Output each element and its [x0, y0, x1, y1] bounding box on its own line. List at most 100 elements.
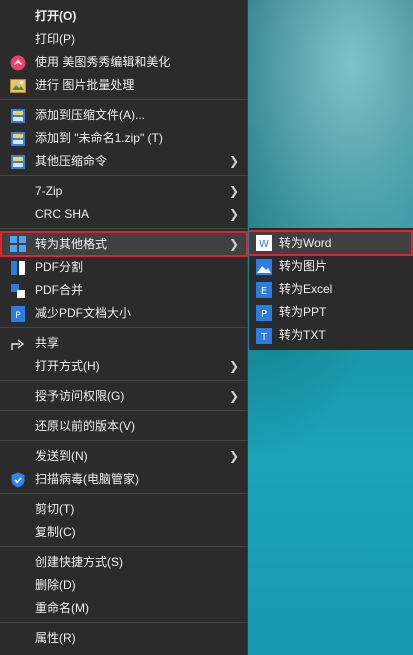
menu-item-grant-access[interactable]: 授予访问权限(G) ❯ [0, 385, 248, 408]
svg-text:W: W [259, 239, 269, 250]
submenu-item-to-image[interactable]: 转为图片 [249, 255, 413, 278]
menu-item-label: 创建快捷方式(S) [35, 555, 123, 569]
menu-item-more-compress[interactable]: 其他压缩命令 ❯ [0, 150, 248, 173]
menu-separator [0, 440, 248, 441]
menu-item-restore-previous[interactable]: 还原以前的版本(V) [0, 415, 248, 438]
menu-item-convert-format[interactable]: 转为其他格式 ❯ [0, 231, 248, 257]
menu-item-label: 打开(O) [35, 9, 77, 23]
menu-separator [0, 410, 248, 411]
menu-item-pdf-merge[interactable]: PDF合并 [0, 279, 248, 302]
menu-item-label: 剪切(T) [35, 502, 75, 516]
svg-text:T: T [260, 332, 268, 343]
menu-item-7zip[interactable]: 7-Zip ❯ [0, 180, 248, 203]
menu-item-label: 发送到(N) [35, 449, 88, 463]
menu-item-label: PDF合并 [35, 283, 84, 297]
menu-separator [0, 327, 248, 328]
menu-item-send-to[interactable]: 发送到(N) ❯ [0, 445, 248, 468]
menu-item-label: 添加到 "未命名1.zip" (T) [35, 131, 163, 145]
menu-item-label: 减少PDF文档大小 [35, 306, 132, 320]
menu-item-label: PDF分割 [35, 260, 84, 274]
submenu-item-label: 转为Excel [279, 282, 333, 296]
menu-item-delete[interactable]: 删除(D) [0, 574, 248, 597]
menu-item-create-shortcut[interactable]: 创建快捷方式(S) [0, 551, 248, 574]
word-icon: W [256, 235, 272, 251]
submenu-item-label: 转为图片 [279, 259, 328, 273]
menu-item-batch-image[interactable]: 进行 图片批量处理 [0, 74, 248, 97]
chevron-right-icon: ❯ [229, 359, 240, 373]
menu-separator [0, 175, 248, 176]
menu-item-label: 扫描病毒(电脑管家) [35, 472, 139, 486]
menu-item-label: 属性(R) [35, 631, 76, 645]
menu-item-label: 添加到压缩文件(A)... [35, 108, 145, 122]
meitu-icon [10, 55, 26, 71]
pdf-split-icon [10, 260, 26, 276]
menu-separator [0, 546, 248, 547]
svg-text:E: E [261, 286, 267, 297]
submenu-item-to-excel[interactable]: E 转为Excel [249, 278, 413, 301]
chevron-right-icon: ❯ [229, 207, 240, 221]
menu-item-cut[interactable]: 剪切(T) [0, 498, 248, 521]
context-menu: 打开(O) 打印(P) 使用 美图秀秀编辑和美化 进行 图片批量处理 添加到压缩… [0, 0, 248, 655]
menu-item-label: 使用 美图秀秀编辑和美化 [35, 55, 171, 69]
share-icon [10, 336, 26, 352]
convert-format-submenu: W 转为Word 转为图片 E 转为Excel P 转为PPT T 转为TXT [249, 228, 413, 350]
chevron-right-icon: ❯ [229, 389, 240, 403]
chevron-right-icon: ❯ [229, 449, 240, 463]
submenu-item-label: 转为PPT [279, 305, 327, 319]
menu-item-crc-sha[interactable]: CRC SHA ❯ [0, 203, 248, 226]
menu-item-label: 复制(C) [35, 525, 76, 539]
archive-icon [10, 108, 26, 124]
svg-text:P: P [261, 309, 267, 320]
menu-separator [0, 493, 248, 494]
pdf-reduce-icon: P [10, 306, 26, 322]
submenu-item-to-txt[interactable]: T 转为TXT [249, 324, 413, 347]
excel-icon: E [256, 282, 272, 298]
txt-icon: T [256, 328, 272, 344]
menu-item-label: 转为其他格式 [35, 237, 108, 251]
archive-icon [10, 131, 26, 147]
menu-separator [0, 622, 248, 623]
menu-item-rename[interactable]: 重命名(M) [0, 597, 248, 620]
shield-icon [10, 472, 26, 488]
archive-icon [10, 154, 26, 170]
chevron-right-icon: ❯ [229, 154, 240, 168]
submenu-item-label: 转为TXT [279, 328, 326, 342]
menu-item-label: 其他压缩命令 [35, 154, 108, 168]
menu-item-open-with[interactable]: 打开方式(H) ❯ [0, 355, 248, 378]
menu-item-scan-virus[interactable]: 扫描病毒(电脑管家) [0, 468, 248, 491]
menu-item-label: 还原以前的版本(V) [35, 419, 135, 433]
menu-item-label: 删除(D) [35, 578, 76, 592]
menu-item-properties[interactable]: 属性(R) [0, 627, 248, 650]
menu-item-print[interactable]: 打印(P) [0, 28, 248, 51]
convert-format-icon [10, 236, 26, 252]
menu-item-pdf-reduce[interactable]: P 减少PDF文档大小 [0, 302, 248, 325]
chevron-right-icon: ❯ [229, 184, 240, 198]
menu-item-label: 7-Zip [35, 184, 63, 198]
menu-item-label: 授予访问权限(G) [35, 389, 125, 403]
ppt-icon: P [256, 305, 272, 321]
menu-item-copy[interactable]: 复制(C) [0, 521, 248, 544]
menu-item-label: 打开方式(H) [35, 359, 100, 373]
menu-item-open[interactable]: 打开(O) [0, 5, 248, 28]
image-icon [256, 259, 272, 275]
menu-item-label: 进行 图片批量处理 [35, 78, 135, 92]
menu-separator [0, 380, 248, 381]
submenu-item-label: 转为Word [279, 236, 332, 250]
svg-text:P: P [15, 311, 21, 321]
menu-item-label: 打印(P) [35, 32, 75, 46]
menu-item-add-zip[interactable]: 添加到 "未命名1.zip" (T) [0, 127, 248, 150]
menu-item-add-archive[interactable]: 添加到压缩文件(A)... [0, 104, 248, 127]
menu-item-label: 重命名(M) [35, 601, 89, 615]
menu-item-pdf-split[interactable]: PDF分割 [0, 256, 248, 279]
menu-separator [0, 99, 248, 100]
menu-item-share[interactable]: 共享 [0, 332, 248, 355]
chevron-right-icon: ❯ [229, 237, 240, 251]
menu-item-label: 共享 [35, 336, 60, 350]
image-batch-icon [10, 78, 26, 94]
menu-separator [0, 228, 248, 229]
pdf-merge-icon [10, 283, 26, 299]
menu-item-meitu-edit[interactable]: 使用 美图秀秀编辑和美化 [0, 51, 248, 74]
submenu-item-to-word[interactable]: W 转为Word [249, 230, 413, 256]
menu-item-label: CRC SHA [35, 207, 90, 221]
submenu-item-to-ppt[interactable]: P 转为PPT [249, 301, 413, 324]
